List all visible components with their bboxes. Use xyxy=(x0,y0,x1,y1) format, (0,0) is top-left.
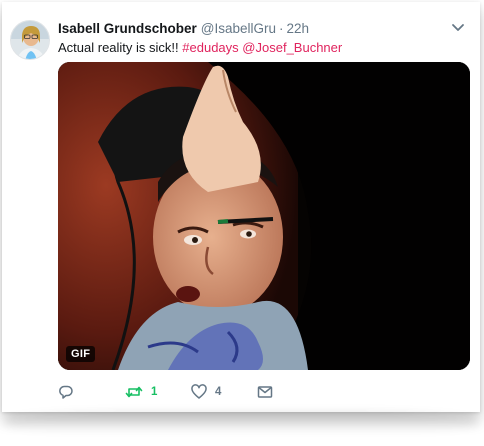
retweet-button[interactable]: 1 xyxy=(125,382,157,402)
mention-link[interactable]: @Josef_Buchner xyxy=(242,40,342,55)
tweet-header: Isabell Grundschober @IsabellGru · 22h xyxy=(58,18,470,38)
separator: · xyxy=(279,20,284,36)
gif-frame xyxy=(58,62,470,370)
retweet-count: 1 xyxy=(151,386,158,398)
hashtag-link[interactable]: #edudays xyxy=(182,40,238,55)
mail-icon xyxy=(257,384,273,400)
tweet-text: Actual reality is sick!! #edudays @Josef… xyxy=(58,40,342,55)
author-name[interactable]: Isabell Grundschober xyxy=(58,21,197,36)
reply-icon xyxy=(58,384,74,400)
retweet-icon xyxy=(125,384,143,400)
avatar[interactable] xyxy=(10,20,50,60)
reply-button[interactable] xyxy=(58,382,74,402)
gif-badge: GIF xyxy=(66,346,96,362)
tweet-media-gif[interactable]: GIF xyxy=(58,62,470,370)
like-button[interactable]: 4 xyxy=(191,382,221,402)
like-count: 4 xyxy=(215,386,222,398)
author-handle[interactable]: @IsabellGru xyxy=(201,21,276,36)
tweet-card: Isabell Grundschober @IsabellGru · 22h A… xyxy=(2,2,480,412)
tweet-actions: 1 4 xyxy=(58,382,318,402)
direct-message-button[interactable] xyxy=(257,382,273,402)
timestamp[interactable]: 22h xyxy=(287,21,310,36)
avatar-image xyxy=(11,21,49,59)
heart-icon xyxy=(191,384,207,400)
chevron-down-icon[interactable] xyxy=(450,21,466,35)
tweet-text-plain: Actual reality is sick!! xyxy=(58,40,179,55)
